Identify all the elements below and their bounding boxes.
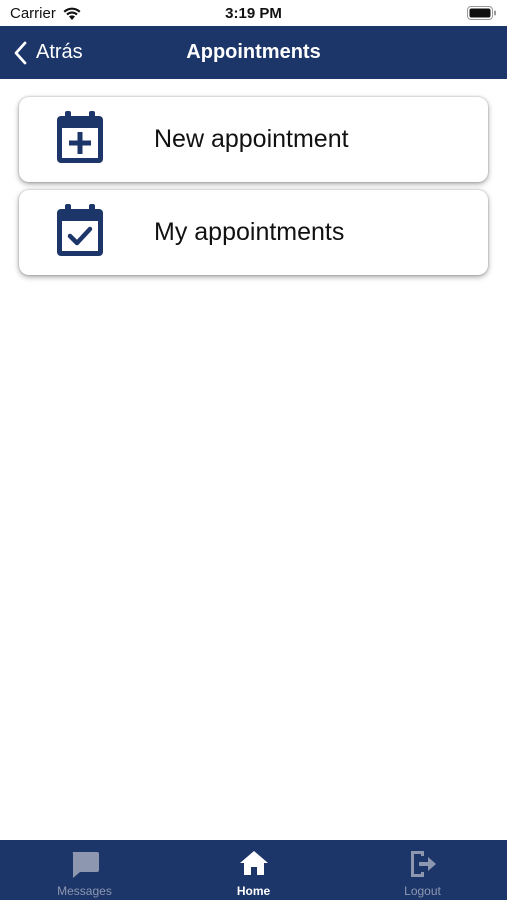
battery-icon [467, 6, 496, 20]
calendar-check-icon [57, 204, 103, 256]
tab-home-label: Home [236, 884, 271, 898]
new-appointment-button[interactable]: New appointment [19, 97, 488, 182]
logout-icon [410, 851, 436, 877]
home-icon [239, 851, 268, 875]
tab-messages[interactable]: Messages [0, 840, 169, 900]
tab-logout-label: Logout [404, 884, 441, 898]
back-button[interactable]: Atrás [14, 26, 83, 79]
back-label: Atrás [36, 41, 83, 63]
tab-messages-label: Messages [57, 884, 112, 898]
chevron-left-icon [14, 41, 27, 64]
my-appointments-label: My appointments [154, 218, 345, 246]
calendar-plus-icon [57, 111, 103, 163]
chat-bubble-icon [72, 852, 99, 878]
tab-home[interactable]: Home [169, 840, 338, 900]
my-appointments-button[interactable]: My appointments [19, 190, 488, 275]
tab-bar: Messages Home Logout [0, 840, 507, 900]
status-time: 3:19 PM [225, 5, 282, 22]
tab-logout[interactable]: Logout [338, 840, 507, 900]
navigation-bar: Atrás Appointments [0, 26, 507, 79]
new-appointment-label: New appointment [154, 125, 349, 153]
status-bar: Carrier 3:19 PM [0, 0, 507, 26]
